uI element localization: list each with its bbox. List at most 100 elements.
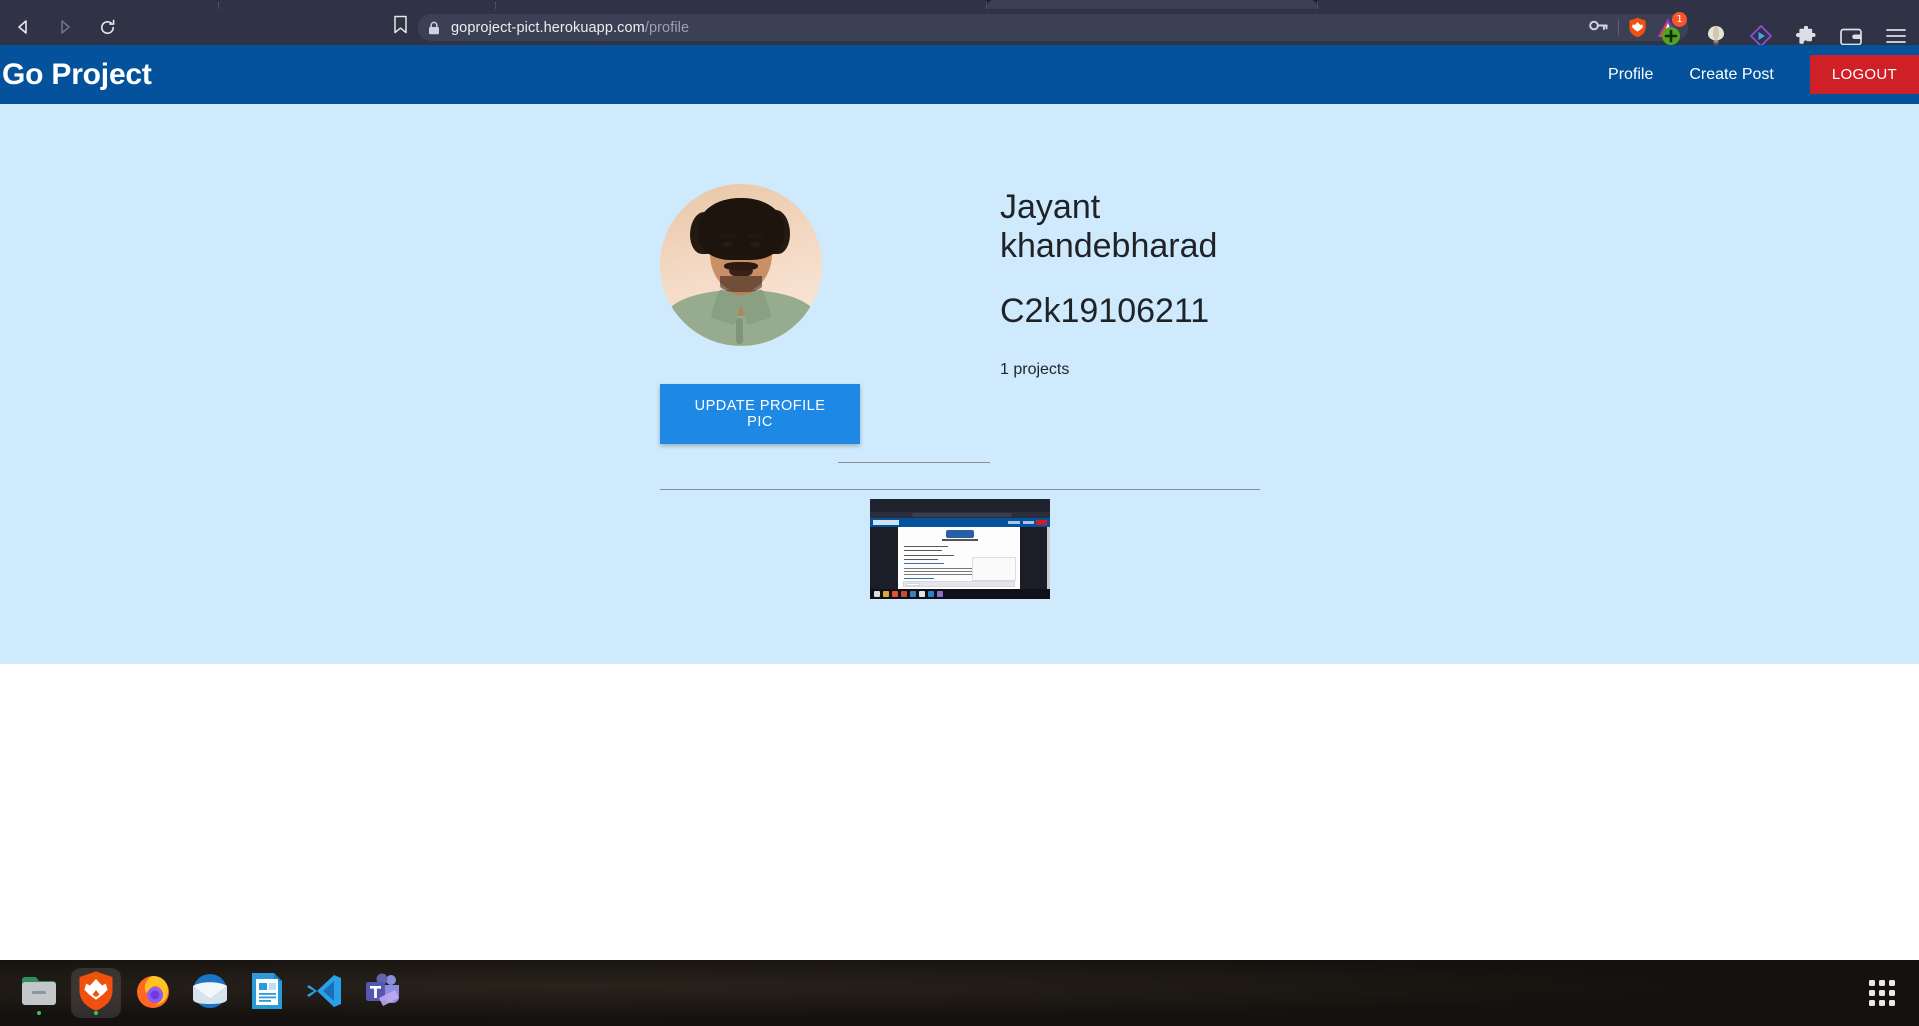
web-page: Go Project Profile Create Post LOGOUT UP… — [0, 45, 1919, 960]
libreoffice-writer-icon — [250, 971, 284, 1016]
balloon-icon[interactable] — [1705, 25, 1727, 47]
browser-tab[interactable] — [496, 0, 986, 9]
avatar-hair — [698, 198, 784, 260]
browser-chrome: goproject-pict.herokuapp.com/profile 1 — [0, 0, 1919, 47]
grid-dot — [1879, 980, 1885, 986]
thumb-text-line — [904, 559, 938, 560]
thumb-taskbar — [870, 589, 1050, 599]
forward-arrow-icon — [56, 18, 74, 36]
profile-info: Jayant khandebharad C2k19106211 1 projec… — [1000, 184, 1250, 444]
tab-strip[interactable] — [0, 0, 1919, 9]
thumb-sidebar-card — [972, 557, 1016, 581]
thumb-text-line — [904, 550, 942, 551]
thumb-scrollbar — [1047, 527, 1050, 589]
profile-user-id: C2k19106211 — [1000, 291, 1210, 330]
brave-lion-shield-icon[interactable] — [1628, 17, 1647, 38]
thumb-dock-icon — [874, 591, 880, 597]
thumb-dock-icon — [883, 591, 889, 597]
thumb-app-brand — [873, 520, 899, 525]
green-plus-icon[interactable] — [1660, 25, 1682, 47]
show-applications-grid-icon[interactable] — [1869, 980, 1895, 1006]
lock-icon — [428, 21, 440, 35]
profile-project-count: 1 projects — [1000, 360, 1070, 378]
taskbar-item-libreoffice-writer[interactable] — [242, 968, 292, 1018]
browser-tab[interactable] — [219, 0, 495, 9]
thumb-dock-icon — [910, 591, 916, 597]
app-header: Go Project Profile Create Post LOGOUT — [0, 45, 1919, 104]
thumb-browser-chrome — [870, 499, 1050, 512]
grid-dot — [1879, 1000, 1885, 1006]
nav-link-create-post[interactable]: Create Post — [1689, 66, 1773, 84]
running-indicator-dot — [37, 1011, 41, 1015]
puzzle-extensions-icon[interactable] — [1795, 25, 1817, 47]
reload-button[interactable] — [90, 10, 124, 44]
reload-icon — [98, 18, 117, 37]
thumb-dock-icon — [928, 591, 934, 597]
app-brand-title[interactable]: Go Project — [2, 58, 152, 92]
logout-button[interactable]: LOGOUT — [1809, 55, 1919, 94]
post-gallery — [660, 499, 1260, 599]
taskbar-item-files[interactable] — [14, 968, 64, 1018]
grid-dot — [1889, 980, 1895, 986]
browser-toolbar: goproject-pict.herokuapp.com/profile 1 — [0, 9, 1919, 47]
thumb-page-body — [898, 527, 1020, 589]
running-indicator-dot — [94, 1011, 98, 1015]
bookmark-button[interactable] — [385, 12, 415, 42]
avatar-brow-left — [720, 234, 735, 238]
browser-tab-active[interactable] — [987, 0, 1317, 9]
avatar[interactable] — [660, 184, 822, 346]
grid-dot — [1869, 990, 1875, 996]
thumb-text-line — [904, 546, 948, 547]
grid-dot — [1869, 1000, 1875, 1006]
avatar-eye-right — [750, 242, 761, 247]
back-button[interactable] — [6, 10, 40, 44]
grid-dot — [1889, 1000, 1895, 1006]
bookmark-icon — [393, 15, 408, 39]
avatar-mouth — [729, 270, 753, 276]
hamburger-menu-icon[interactable] — [1885, 25, 1907, 47]
grid-dot — [1889, 990, 1895, 996]
grid-dot — [1879, 990, 1885, 996]
thunderbird-icon — [190, 972, 230, 1015]
thumb-dock-icon — [937, 591, 943, 597]
taskbar-item-firefox[interactable] — [128, 968, 178, 1018]
thumb-nav-link — [1008, 521, 1020, 524]
post-thumbnail[interactable] — [870, 499, 1050, 599]
vscode-icon — [305, 972, 343, 1015]
thumb-toolbar-button — [906, 582, 920, 586]
avatar-beard — [720, 276, 762, 292]
taskbar-item-thunderbird[interactable] — [185, 968, 235, 1018]
thumb-link-line — [904, 578, 934, 579]
files-icon — [20, 974, 58, 1013]
profile-short-divider — [838, 462, 990, 463]
brave-player-icon[interactable] — [1750, 25, 1772, 47]
taskbar-item-brave[interactable] — [71, 968, 121, 1018]
browser-tab[interactable] — [1318, 0, 1919, 9]
thumb-url-pill — [912, 513, 1012, 517]
back-arrow-icon — [14, 18, 32, 36]
address-bar[interactable]: goproject-pict.herokuapp.com/profile 1 — [418, 11, 1688, 41]
wallet-icon[interactable] — [1840, 25, 1862, 47]
key-icon[interactable] — [1589, 18, 1609, 38]
avatar-column: UPDATE PROFILE PIC — [660, 184, 860, 444]
url-text: goproject-pict.herokuapp.com/profile — [451, 19, 690, 36]
toolbar-divider — [1618, 19, 1619, 36]
taskbar-item-teams[interactable] — [356, 968, 406, 1018]
avatar-brow-right — [748, 234, 763, 238]
thumb-logo — [946, 530, 974, 538]
avatar-placket — [736, 318, 743, 344]
firefox-icon — [133, 971, 173, 1016]
grid-dot — [1869, 980, 1875, 986]
thumb-logout-button — [1036, 520, 1047, 525]
thumb-logo-caption — [942, 539, 978, 541]
brave-browser-icon — [77, 970, 115, 1017]
taskbar-item-vscode[interactable] — [299, 968, 349, 1018]
thumb-nav-link — [1023, 521, 1034, 524]
thumb-link-line — [904, 563, 944, 564]
nav-link-profile[interactable]: Profile — [1608, 66, 1653, 84]
desktop-taskbar — [0, 960, 1919, 1026]
browser-tab[interactable] — [0, 0, 218, 9]
update-profile-pic-button[interactable]: UPDATE PROFILE PIC — [660, 384, 860, 444]
profile-name: Jayant khandebharad — [1000, 188, 1218, 265]
forward-button[interactable] — [48, 10, 82, 44]
